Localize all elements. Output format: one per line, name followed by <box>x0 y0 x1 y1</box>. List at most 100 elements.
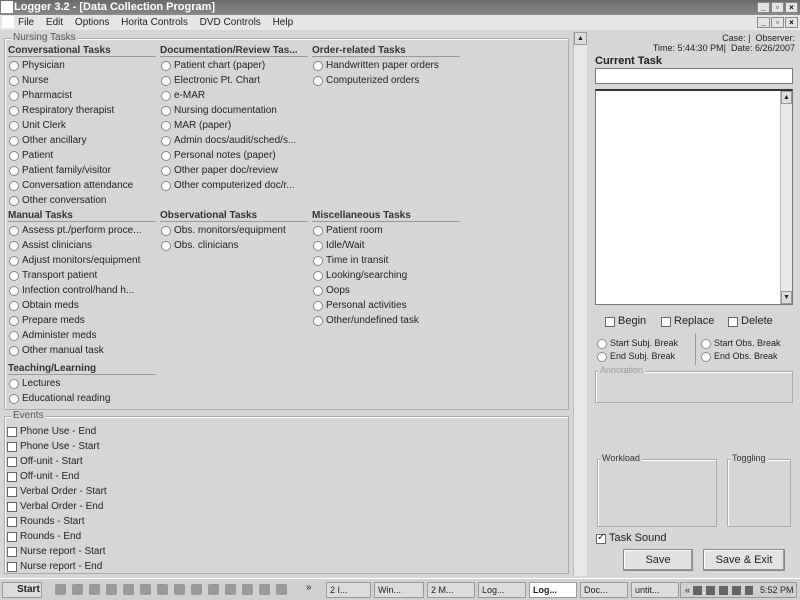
taskbar-button[interactable]: Win... <box>374 582 424 598</box>
task-radio[interactable]: Obs. clinicians <box>160 239 238 252</box>
start-subj-break-radio[interactable]: Start Subj. Break <box>596 337 678 350</box>
event-checkbox[interactable]: Phone Use - Start <box>6 440 99 453</box>
task-radio[interactable]: Nurse <box>8 74 49 87</box>
task-radio[interactable]: Patient room <box>312 224 383 237</box>
task-radio[interactable]: Administer meds <box>8 329 96 342</box>
task-radio[interactable]: Pharmacist <box>8 89 72 102</box>
quick-launch-icon[interactable] <box>106 584 117 595</box>
task-radio[interactable]: Looking/searching <box>312 269 407 282</box>
task-radio[interactable]: Computerized orders <box>312 74 419 87</box>
task-radio[interactable]: Other manual task <box>8 344 104 357</box>
task-radio[interactable]: Oops <box>312 284 350 297</box>
task-radio[interactable]: Other computerized doc/r... <box>160 179 295 192</box>
save-exit-button[interactable]: Save & Exit <box>703 549 785 571</box>
quick-launch-icon[interactable] <box>55 584 66 595</box>
task-radio[interactable]: Obtain meds <box>8 299 79 312</box>
quick-launch-icon[interactable] <box>174 584 185 595</box>
start-obs-break-radio[interactable]: Start Obs. Break <box>700 337 781 350</box>
child-minimize-button[interactable]: _ <box>757 17 770 28</box>
task-radio[interactable]: Personal notes (paper) <box>160 149 276 162</box>
event-checkbox[interactable]: Off-unit - Start <box>6 455 83 468</box>
annotation-box[interactable]: Annotation <box>595 365 793 403</box>
child-maximize-button[interactable]: ▫ <box>771 17 784 28</box>
more-quick-launch-chevron[interactable]: » <box>306 582 312 593</box>
menu-horita-controls[interactable]: Horita Controls <box>121 17 188 28</box>
task-radio[interactable]: Adjust monitors/equipment <box>8 254 140 267</box>
taskbar-button[interactable]: untit... <box>631 582 679 598</box>
event-checkbox[interactable]: Phone Use - End <box>6 425 96 438</box>
task-radio[interactable]: Other ancillary <box>8 134 86 147</box>
task-radio[interactable]: Admin docs/audit/sched/s... <box>160 134 296 147</box>
close-button[interactable]: × <box>785 2 798 13</box>
task-radio[interactable]: Personal activities <box>312 299 407 312</box>
event-checkbox[interactable]: Verbal Order - End <box>6 500 103 513</box>
event-checkbox[interactable]: Rounds - Start <box>6 515 84 528</box>
task-radio[interactable]: Unit Clerk <box>8 119 66 132</box>
task-radio[interactable]: Assist clinicians <box>8 239 92 252</box>
task-sound-checkbox[interactable]: Task Sound <box>595 531 666 545</box>
task-radio[interactable]: Handwritten paper orders <box>312 59 439 72</box>
task-radio[interactable]: Infection control/hand h... <box>8 284 134 297</box>
menu-dvd-controls[interactable]: DVD Controls <box>200 17 261 28</box>
task-radio[interactable]: e-MAR <box>160 89 205 102</box>
task-radio[interactable]: Other/undefined task <box>312 314 419 327</box>
end-subj-break-radio[interactable]: End Subj. Break <box>596 350 675 363</box>
task-radio[interactable]: Idle/Wait <box>312 239 365 252</box>
task-radio[interactable]: Patient <box>8 149 53 162</box>
task-list-box[interactable]: ▲ ▼ <box>595 89 793 305</box>
task-radio[interactable]: Educational reading <box>8 392 110 405</box>
taskbar-button[interactable]: Log... <box>529 582 577 598</box>
quick-launch-icon[interactable] <box>157 584 168 595</box>
task-list-scrollbar[interactable]: ▲ ▼ <box>780 91 792 304</box>
task-radio[interactable]: Other conversation <box>8 194 107 207</box>
save-button[interactable]: Save <box>623 549 693 571</box>
taskbar-button[interactable]: 2 M... <box>427 582 475 598</box>
taskbar-button[interactable]: 2 I... <box>326 582 371 598</box>
start-button[interactable]: Start <box>2 582 42 598</box>
begin-checkbox[interactable]: Begin <box>604 315 646 328</box>
event-checkbox[interactable]: Verbal Order - Start <box>6 485 107 498</box>
task-radio[interactable]: Assess pt./perform proce... <box>8 224 142 237</box>
child-close-button[interactable]: × <box>785 17 798 28</box>
task-radio[interactable]: Patient chart (paper) <box>160 59 265 72</box>
task-radio[interactable]: MAR (paper) <box>160 119 231 132</box>
event-checkbox[interactable]: Rounds - End <box>6 530 81 543</box>
task-radio[interactable]: Transport patient <box>8 269 97 282</box>
task-radio[interactable]: Respiratory therapist <box>8 104 114 117</box>
quick-launch-icon[interactable] <box>123 584 134 595</box>
quick-launch-icon[interactable] <box>225 584 236 595</box>
quick-launch-icon[interactable] <box>72 584 83 595</box>
scroll-up-arrow[interactable]: ▲ <box>574 32 587 45</box>
minimize-button[interactable]: _ <box>757 2 770 13</box>
task-radio[interactable]: Patient family/visitor <box>8 164 111 177</box>
quick-launch-icon[interactable] <box>208 584 219 595</box>
task-radio[interactable]: Conversation attendance <box>8 179 133 192</box>
delete-checkbox[interactable]: Delete <box>727 315 773 328</box>
task-radio[interactable]: Other paper doc/review <box>160 164 278 177</box>
maximize-button[interactable]: ▫ <box>771 2 784 13</box>
task-radio[interactable]: Nursing documentation <box>160 104 277 117</box>
menu-edit[interactable]: Edit <box>46 17 63 28</box>
task-radio[interactable]: Electronic Pt. Chart <box>160 74 260 87</box>
event-checkbox[interactable]: Nurse report - End <box>6 560 102 573</box>
taskbar-button[interactable]: Log... <box>478 582 526 598</box>
current-task-input[interactable] <box>595 68 793 84</box>
end-obs-break-radio[interactable]: End Obs. Break <box>700 350 778 363</box>
quick-launch-icon[interactable] <box>259 584 270 595</box>
task-radio[interactable]: Obs. monitors/equipment <box>160 224 286 237</box>
quick-launch-icon[interactable] <box>242 584 253 595</box>
quick-launch-icon[interactable] <box>276 584 287 595</box>
tray-expand-chevron[interactable]: « <box>685 585 690 595</box>
menu-options[interactable]: Options <box>75 17 109 28</box>
task-list-down-arrow[interactable]: ▼ <box>781 291 792 304</box>
quick-launch-icon[interactable] <box>191 584 202 595</box>
event-checkbox[interactable]: Off-unit - End <box>6 470 79 483</box>
task-radio[interactable]: Physician <box>8 59 65 72</box>
quick-launch-icon[interactable] <box>140 584 151 595</box>
replace-checkbox[interactable]: Replace <box>660 315 714 328</box>
event-checkbox[interactable]: Nurse report - Start <box>6 545 106 558</box>
menu-file[interactable]: File <box>18 17 34 28</box>
task-radio[interactable]: Time in transit <box>312 254 388 267</box>
menu-help[interactable]: Help <box>273 17 294 28</box>
task-radio[interactable]: Prepare meds <box>8 314 85 327</box>
